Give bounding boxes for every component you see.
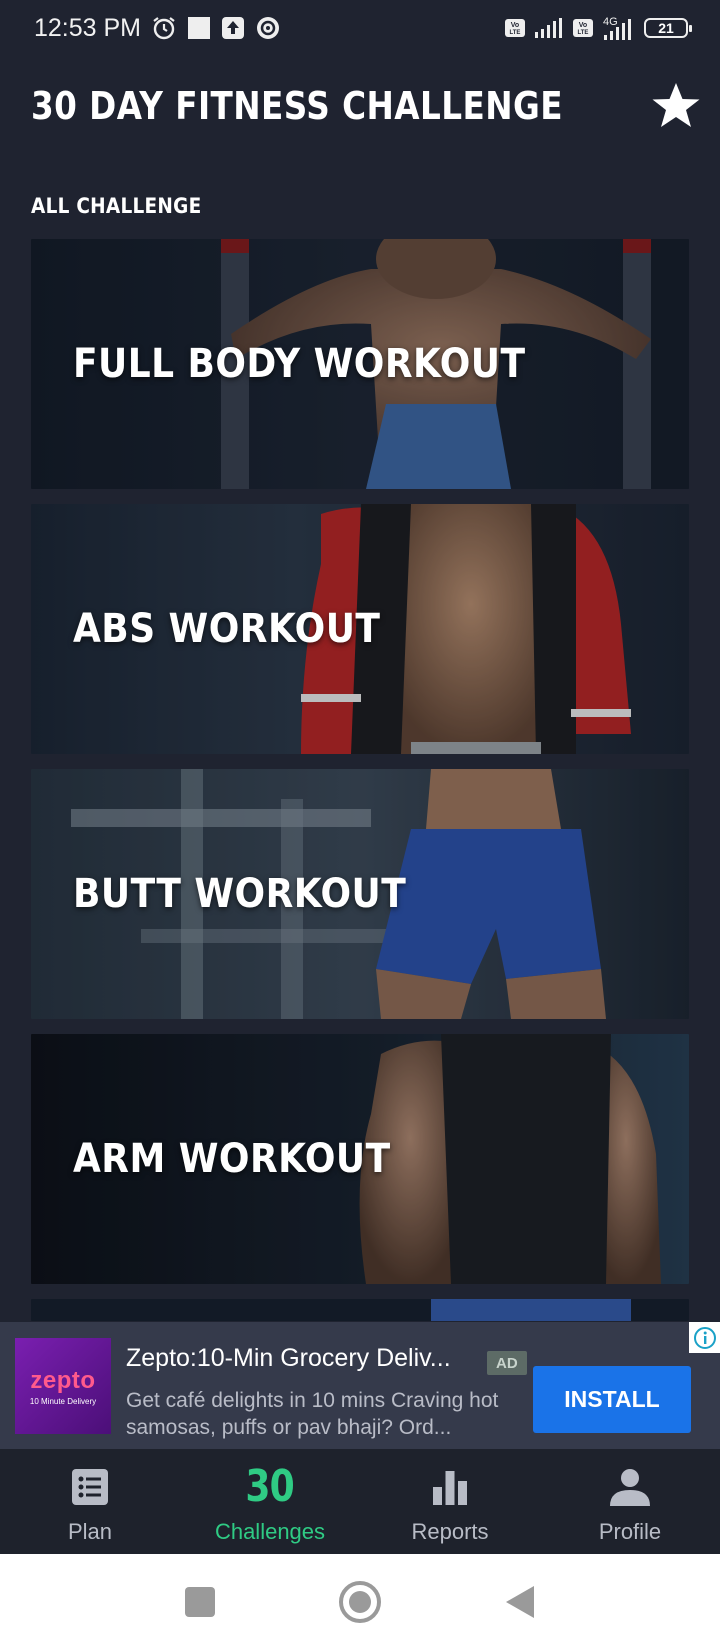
card-next-partial[interactable] [31,1299,689,1321]
section-label: ALL CHALLENGE [31,194,202,218]
nav-plan[interactable]: Plan [0,1449,180,1554]
battery-level: 21 [658,20,674,36]
nav-icon-text: 30 [245,1461,295,1512]
ad-title[interactable]: Zepto:10-Min Grocery Deliv... [126,1344,466,1373]
person-icon [608,1465,652,1509]
card-title: FULL BODY WORKOUT [73,341,526,387]
svg-text:LTE: LTE [510,30,521,36]
card-full-body-workout[interactable]: FULL BODY WORKOUT [31,239,689,489]
nav-label: Challenges [214,1519,326,1544]
nav-label: Plan [67,1519,113,1544]
signal-icon [534,17,564,39]
alarm-icon [151,15,177,41]
status-bar: 12:53 PM Vo LTE Vo LTE 4G 21 [0,0,720,56]
status-left: 12:53 PM [34,14,281,43]
bottom-navigation: Plan 30 Challenges Reports Profile [0,1449,720,1554]
status-right: Vo LTE Vo LTE 4G 21 [504,15,692,41]
svg-text:LTE: LTE [578,30,589,36]
card-title: ARM WORKOUT [73,1136,391,1182]
upload-icon [221,16,245,40]
ad-app-logo[interactable]: zepto 10 Minute Delivery [15,1338,111,1434]
info-icon[interactable] [689,1322,720,1353]
volte-icon-2: Vo LTE [572,18,594,38]
svg-text:Vo: Vo [579,22,587,29]
ad-logo-subtext: 10 Minute Delivery [29,1396,97,1406]
nav-reports[interactable]: Reports [360,1449,540,1554]
ad-badge: AD [487,1351,527,1375]
system-navigation-bar [0,1554,720,1650]
nav-label: Profile [598,1519,662,1544]
ad-description: Get café delights in 10 mins Craving hot… [126,1389,499,1439]
app-header: 30 DAY FITNESS CHALLENGE [0,66,720,146]
card-background-image [31,1299,689,1321]
star-icon[interactable] [650,80,702,132]
status-time: 12:53 PM [34,13,142,42]
vpn-icon [255,15,281,41]
4g-signal-icon: 4G [602,15,636,41]
nav-challenges[interactable]: 30 Challenges [180,1449,360,1554]
card-arm-workout[interactable]: ARM WORKOUT [31,1034,689,1284]
app-title: 30 DAY FITNESS CHALLENGE [31,84,564,128]
ad-logo-text: zepto [30,1366,96,1394]
recents-square-icon[interactable] [120,1586,280,1618]
card-butt-workout[interactable]: BUTT WORKOUT [31,769,689,1019]
back-triangle-icon[interactable] [440,1584,600,1620]
battery-icon: 21 [644,18,692,38]
list-icon [70,1465,110,1509]
card-title: ABS WORKOUT [73,606,381,652]
ad-banner[interactable]: zepto 10 Minute Delivery Zepto:10-Min Gr… [0,1322,720,1449]
install-button[interactable]: INSTALL [533,1366,691,1433]
challenges-30-icon: 30 [240,1465,299,1509]
card-title: BUTT WORKOUT [73,871,407,917]
card-abs-workout[interactable]: ABS WORKOUT [31,504,689,754]
home-circle-icon[interactable] [280,1580,440,1624]
challenge-list: FULL BODY WORKOUT ABS WORKOUT BUTT WORKO… [31,239,689,1321]
bar-chart-icon [430,1465,470,1509]
nav-label: Reports [411,1519,489,1544]
svg-text:4G: 4G [603,16,618,28]
nav-profile[interactable]: Profile [540,1449,720,1554]
svg-text:Vo: Vo [511,22,519,29]
square-notification-icon [187,16,211,40]
volte-icon: Vo LTE [504,18,526,38]
